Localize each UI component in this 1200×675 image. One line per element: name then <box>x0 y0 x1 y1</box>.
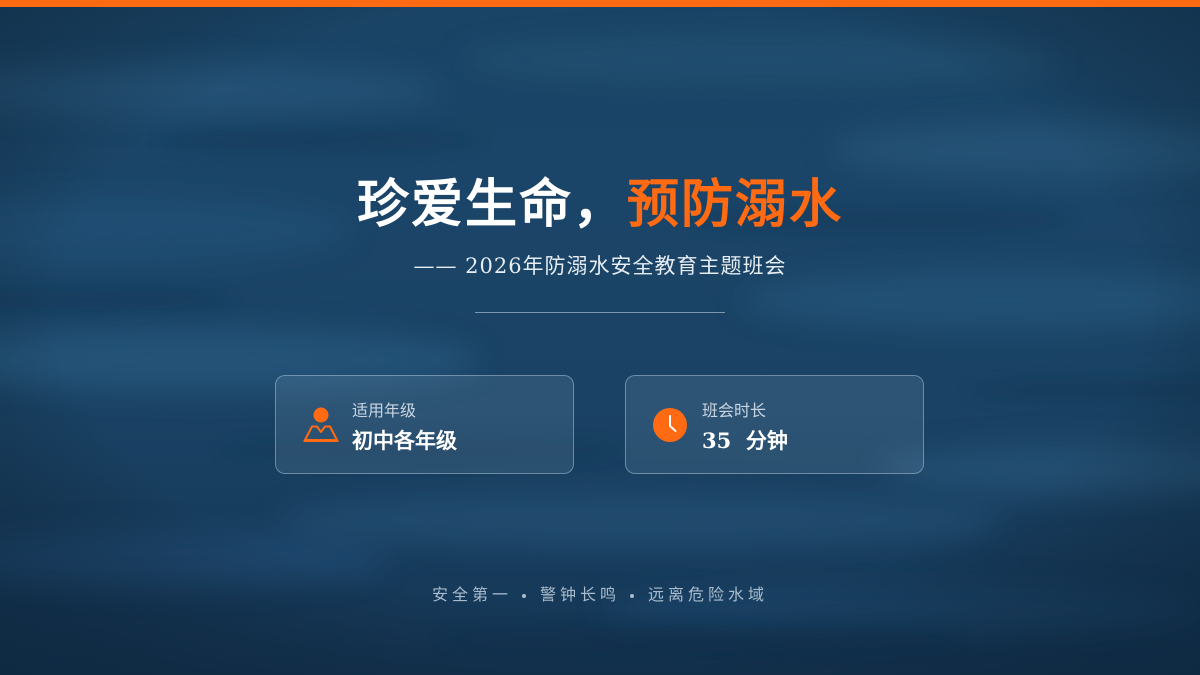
slogan-item: 远离危险水域 <box>648 585 769 604</box>
footer-slogan: 安全第一 警钟长鸣 远离危险水域 <box>0 582 1200 608</box>
title-accent: 预防溺水 <box>627 174 844 235</box>
page-title: 珍爱生命，预防溺水 <box>0 172 1200 238</box>
slide: 珍爱生命，预防溺水 —— 2026年防溺水安全教育主题班会 适用年级 初中各年级… <box>0 0 1200 675</box>
page-subtitle: —— 2026年防溺水安全教育主题班会 <box>413 254 787 278</box>
card-value: 初中各年级 <box>352 428 457 453</box>
title-main: 珍爱生命， <box>356 174 627 235</box>
card-label: 适用年级 <box>352 401 417 420</box>
info-card-grade: 适用年级 初中各年级 <box>275 375 574 474</box>
card-label: 班会时长 <box>702 401 767 420</box>
info-card-duration: 班会时长 35 分钟 <box>625 375 924 474</box>
slogan-item: 安全第一 <box>431 585 512 604</box>
separator-dot <box>630 593 634 598</box>
person-icon <box>303 407 339 442</box>
title-divider <box>475 312 725 313</box>
slogan-item: 警钟长鸣 <box>539 585 620 604</box>
water-background <box>0 0 1200 675</box>
top-accent-bar <box>0 0 1200 7</box>
separator-dot <box>521 593 526 598</box>
clock-icon <box>653 408 687 442</box>
card-value: 35 分钟 <box>702 428 788 453</box>
